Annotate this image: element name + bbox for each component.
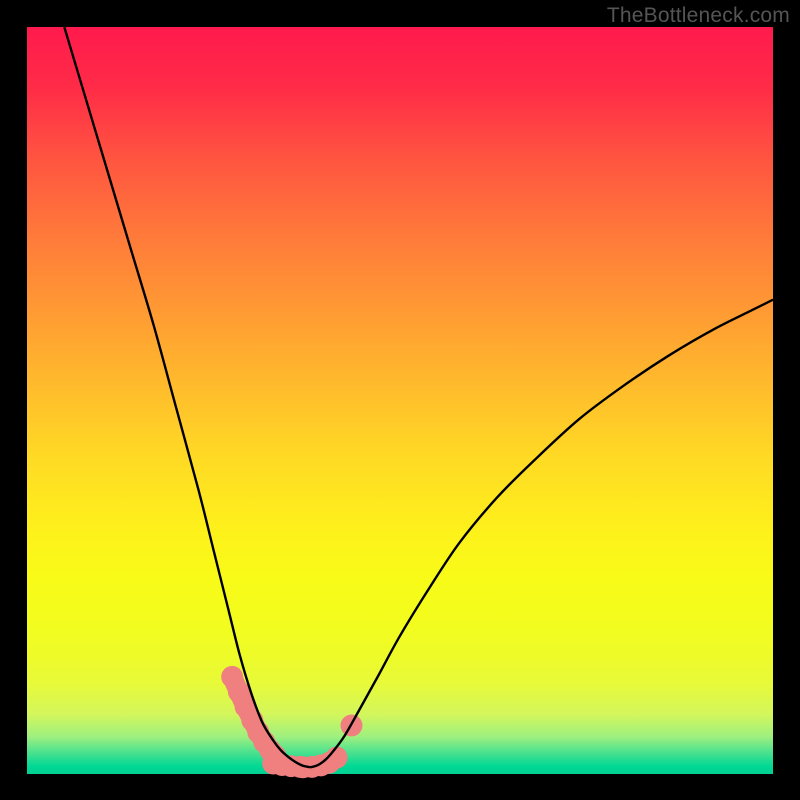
right-curve-path [310,300,773,768]
outer-frame: TheBottleneck.com [0,0,800,800]
chart-svg [27,27,773,774]
left-curve-path [64,27,310,767]
lumps-group [221,666,362,778]
watermark-text: TheBottleneck.com [607,4,790,28]
